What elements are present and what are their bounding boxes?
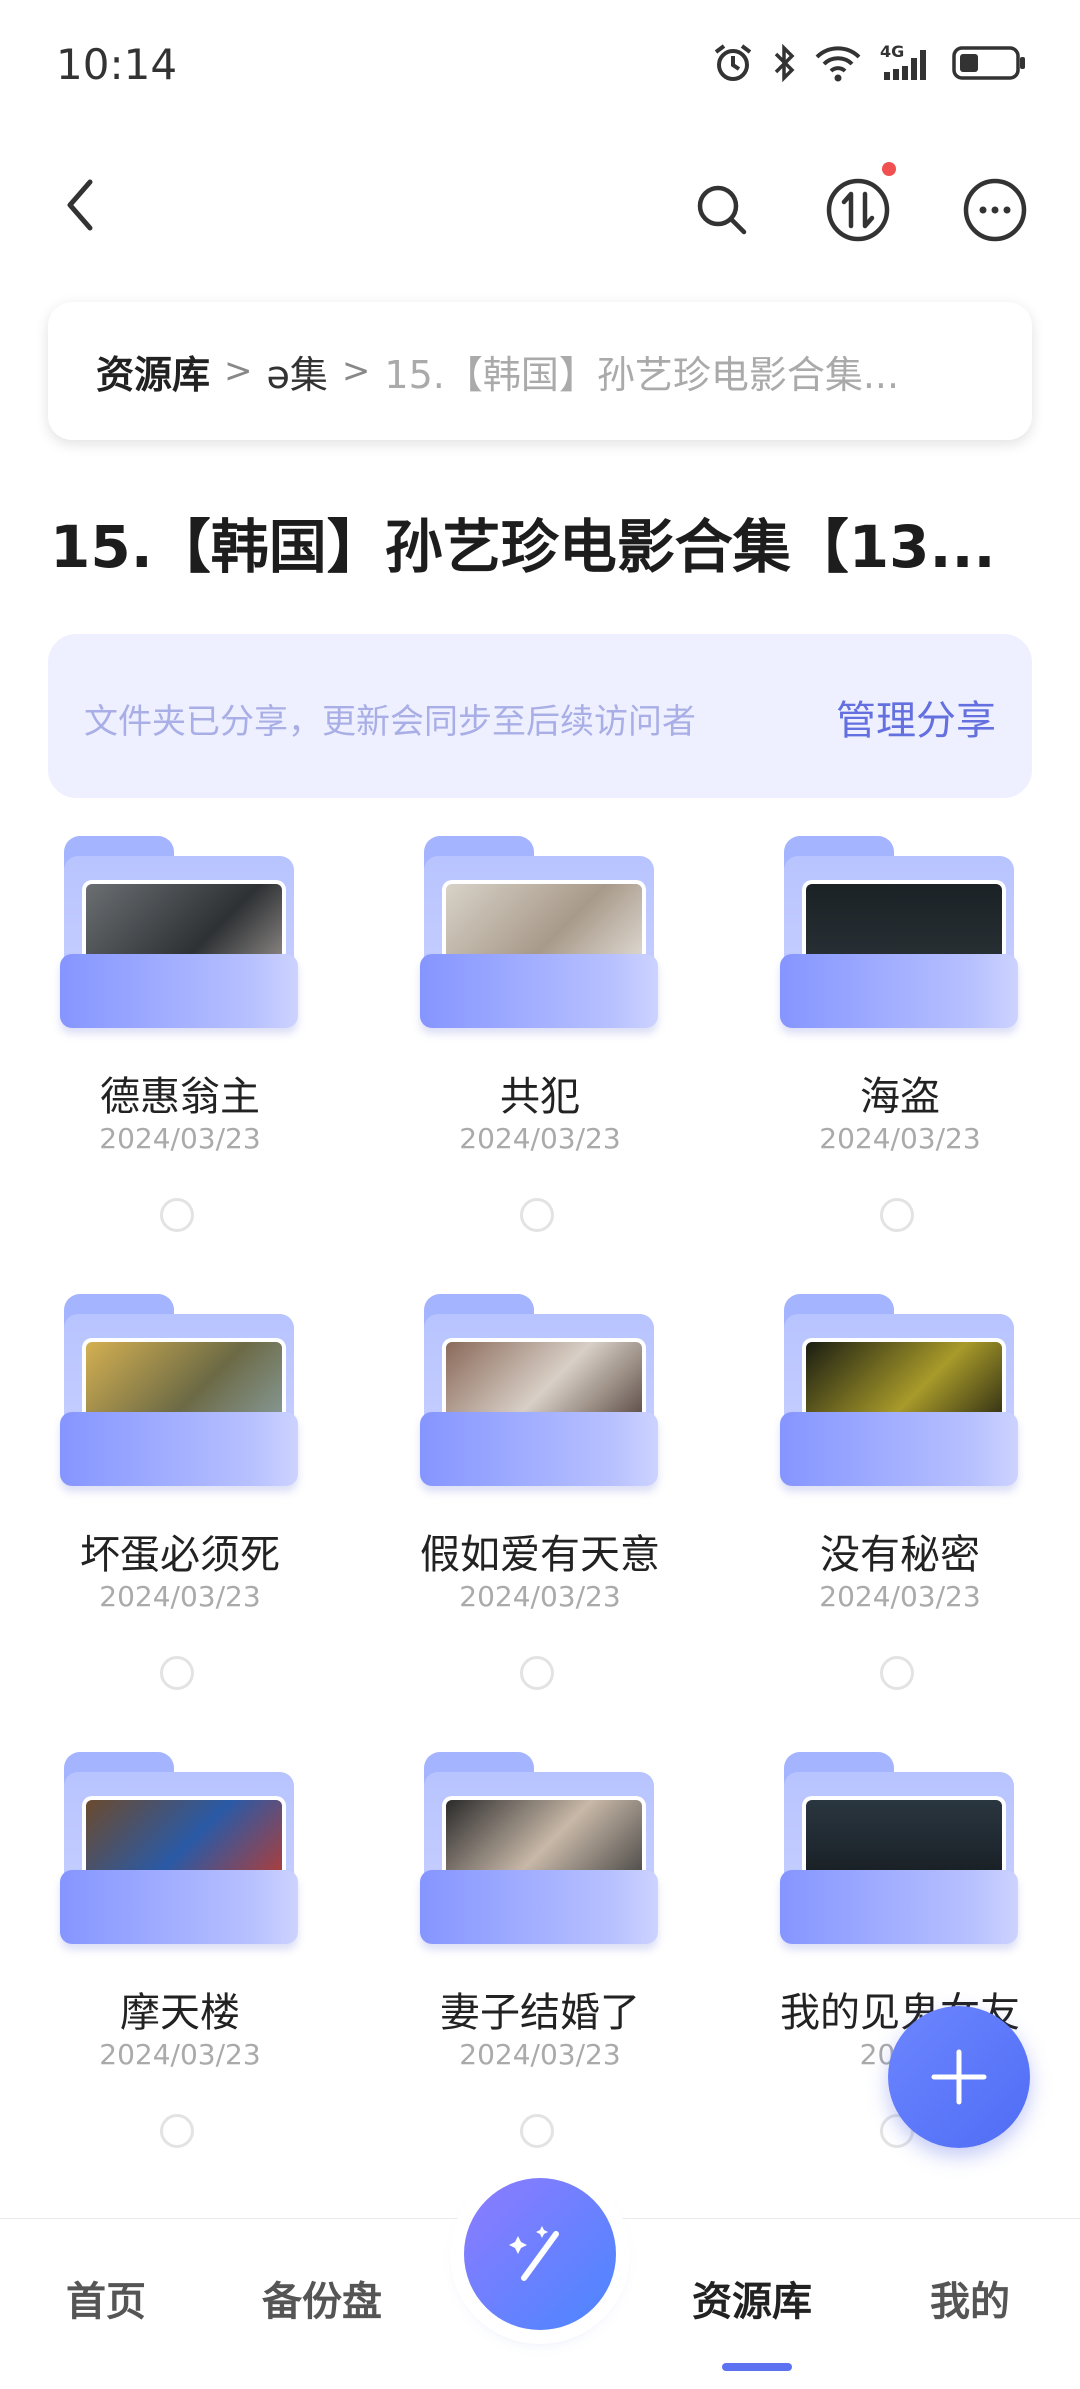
folder-date: 2024/03/23 xyxy=(99,2038,261,2071)
folder-front xyxy=(780,1870,1018,1944)
select-checkbox[interactable] xyxy=(160,1198,194,1232)
folder-item[interactable]: 德惠翁主 2024/03/23 xyxy=(0,820,360,1278)
folder-date: 2024/03/23 xyxy=(459,1122,621,1155)
folder-date: 2024/03/23 xyxy=(819,1580,981,1613)
manage-share-link[interactable]: 管理分享 xyxy=(836,688,996,746)
share-message: 文件夹已分享，更新会同步至后续访问者 xyxy=(84,702,696,742)
folder-front xyxy=(60,1412,298,1486)
ai-button[interactable] xyxy=(464,2178,616,2330)
folder-front xyxy=(780,1412,1018,1486)
folder-item[interactable]: 坏蛋必须死 2024/03/23 xyxy=(0,1278,360,1736)
folder-name: 共犯 xyxy=(500,1074,580,1120)
folder-name: 妻子结婚了 xyxy=(440,1990,640,2036)
more-icon xyxy=(963,178,1027,242)
folder-item[interactable]: 海盗 2024/03/23 xyxy=(720,820,1080,1278)
back-arrow-icon xyxy=(67,179,93,231)
select-checkbox[interactable] xyxy=(520,1656,554,1690)
folder-name: 没有秘密 xyxy=(820,1532,980,1578)
folder-name: 我的见鬼女友 xyxy=(780,1990,1020,2036)
folder-item[interactable]: 假如爱有天意 2024/03/23 xyxy=(360,1278,720,1736)
breadcrumb-middle[interactable]: ə集 xyxy=(267,344,328,399)
search-button[interactable] xyxy=(682,170,762,250)
bluetooth-icon xyxy=(774,43,795,83)
folder-front xyxy=(60,1870,298,1944)
folder-date: 2024/03/23 xyxy=(99,1122,261,1155)
magic-wand-icon xyxy=(509,2226,559,2281)
transfer-button[interactable] xyxy=(818,170,898,250)
chevron-right-icon: > xyxy=(224,351,253,391)
search-icon xyxy=(697,185,747,235)
status-time: 10:14 xyxy=(56,40,178,89)
folder-date: 2024/03/23 xyxy=(99,1580,261,1613)
select-checkbox[interactable] xyxy=(520,2114,554,2148)
folder-icon xyxy=(780,1294,1020,1492)
back-button[interactable] xyxy=(50,170,120,240)
folder-name: 德惠翁主 xyxy=(100,1074,260,1120)
battery-icon xyxy=(952,46,1025,80)
plus-icon xyxy=(931,2049,987,2105)
folder-front xyxy=(780,954,1018,1028)
nav-home[interactable]: 首页 xyxy=(66,2269,146,2327)
select-checkbox[interactable] xyxy=(160,2114,194,2148)
breadcrumb: 资源库 > ə集 > 15.【韩国】孙艺珍电影合集... xyxy=(48,302,1032,440)
nav-library[interactable]: 资源库 xyxy=(692,2269,812,2327)
folder-item[interactable]: 摩天楼 2024/03/23 xyxy=(0,1736,360,2194)
top-bar xyxy=(0,150,1080,260)
notification-dot xyxy=(882,162,896,176)
transfer-icon xyxy=(826,178,890,242)
folder-icon xyxy=(420,1294,660,1492)
breadcrumb-current: 15.【韩国】孙艺珍电影合集... xyxy=(384,352,900,397)
folder-front xyxy=(420,954,658,1028)
status-bar: 10:14 4G xyxy=(0,0,1080,130)
nav-active-indicator xyxy=(722,2363,792,2371)
folder-name: 假如爱有天意 xyxy=(420,1532,660,1578)
folder-item[interactable]: 共犯 2024/03/23 xyxy=(360,820,720,1278)
share-banner: 文件夹已分享，更新会同步至后续访问者 管理分享 xyxy=(48,634,1032,798)
folder-item[interactable]: 妻子结婚了 2024/03/23 xyxy=(360,1736,720,2194)
nav-mine[interactable]: 我的 xyxy=(930,2269,1010,2327)
folder-item[interactable]: 我的见鬼女友2024/ xyxy=(720,1736,1080,2194)
folder-item[interactable]: 没有秘密 2024/03/23 xyxy=(720,1278,1080,1736)
folder-name: 摩天楼 xyxy=(120,1990,240,2036)
add-button[interactable] xyxy=(888,2006,1030,2148)
folder-name: 坏蛋必须死 xyxy=(80,1532,280,1578)
page-title: 15.【韩国】孙艺珍电影合集【13... xyxy=(50,513,996,581)
select-checkbox[interactable] xyxy=(880,1198,914,1232)
select-checkbox[interactable] xyxy=(520,1198,554,1232)
folder-date: 2024/03/23 xyxy=(819,1122,981,1155)
folder-icon xyxy=(420,1752,660,1950)
4g-signal-icon: 4G xyxy=(880,42,934,84)
alarm-icon xyxy=(714,44,752,81)
folder-front xyxy=(60,954,298,1028)
folder-front xyxy=(420,1412,658,1486)
folder-name: 海盗 xyxy=(860,1074,940,1120)
status-icons: 4G xyxy=(712,42,1028,84)
nav-backup[interactable]: 备份盘 xyxy=(262,2269,382,2327)
breadcrumb-root[interactable]: 资源库 xyxy=(96,344,210,399)
folder-icon xyxy=(60,1752,300,1950)
folder-icon xyxy=(60,836,300,1034)
folder-front xyxy=(420,1870,658,1944)
folder-icon xyxy=(780,836,1020,1034)
folder-date: 2024/03/23 xyxy=(459,2038,621,2071)
select-checkbox[interactable] xyxy=(880,1656,914,1690)
folder-icon xyxy=(780,1752,1020,1950)
more-button[interactable] xyxy=(955,170,1035,250)
chevron-right-icon: > xyxy=(341,351,371,391)
wifi-icon xyxy=(815,46,861,82)
folder-icon xyxy=(60,1294,300,1492)
folder-date: 2024/03/23 xyxy=(459,1580,621,1613)
folder-icon xyxy=(420,836,660,1034)
select-checkbox[interactable] xyxy=(160,1656,194,1690)
